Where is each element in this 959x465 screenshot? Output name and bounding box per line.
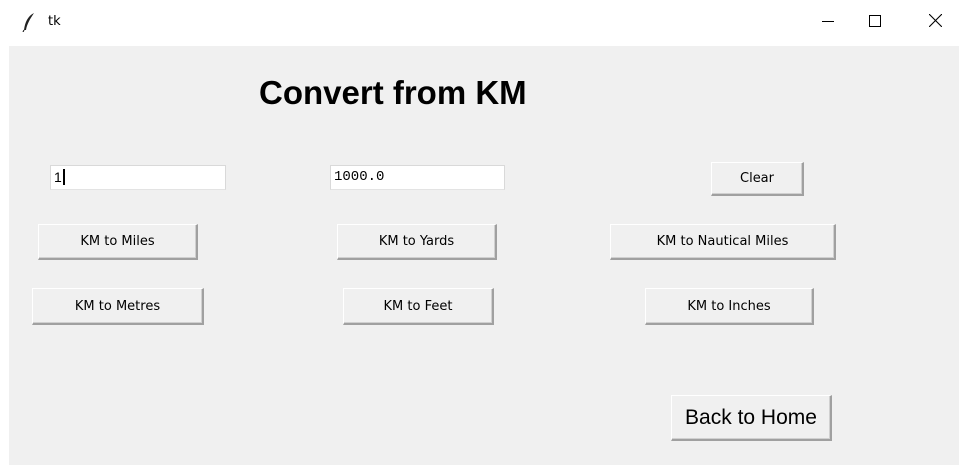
feather-icon: [22, 12, 36, 33]
km-to-inches-button[interactable]: KM to Inches: [645, 288, 814, 325]
title-bar[interactable]: tk: [0, 0, 959, 46]
km-to-yards-button[interactable]: KM to Yards: [337, 224, 497, 260]
close-button[interactable]: [912, 0, 958, 46]
km-to-feet-button[interactable]: KM to Feet: [343, 288, 494, 325]
page-title: Convert from KM: [259, 74, 527, 111]
km-input[interactable]: 1: [50, 165, 226, 190]
maximize-button[interactable]: [852, 0, 898, 46]
text-caret: [62, 169, 65, 185]
close-icon: [928, 13, 942, 32]
maximize-icon: [869, 14, 881, 32]
km-to-miles-button[interactable]: KM to Miles: [38, 224, 198, 260]
km-input-value: 1: [54, 169, 62, 185]
km-to-metres-button[interactable]: KM to Metres: [32, 288, 204, 325]
back-to-home-button[interactable]: Back to Home: [671, 395, 832, 441]
result-field[interactable]: 1000.0: [330, 165, 505, 190]
clear-button[interactable]: Clear: [711, 162, 804, 196]
window-title: tk: [48, 14, 61, 29]
minimize-button[interactable]: [805, 0, 851, 46]
km-to-nautical-miles-button[interactable]: KM to Nautical Miles: [610, 224, 836, 260]
minimize-icon: [822, 14, 834, 32]
app-window: tk Convert from KM 1 1000.0 Clear KM to …: [0, 0, 959, 465]
